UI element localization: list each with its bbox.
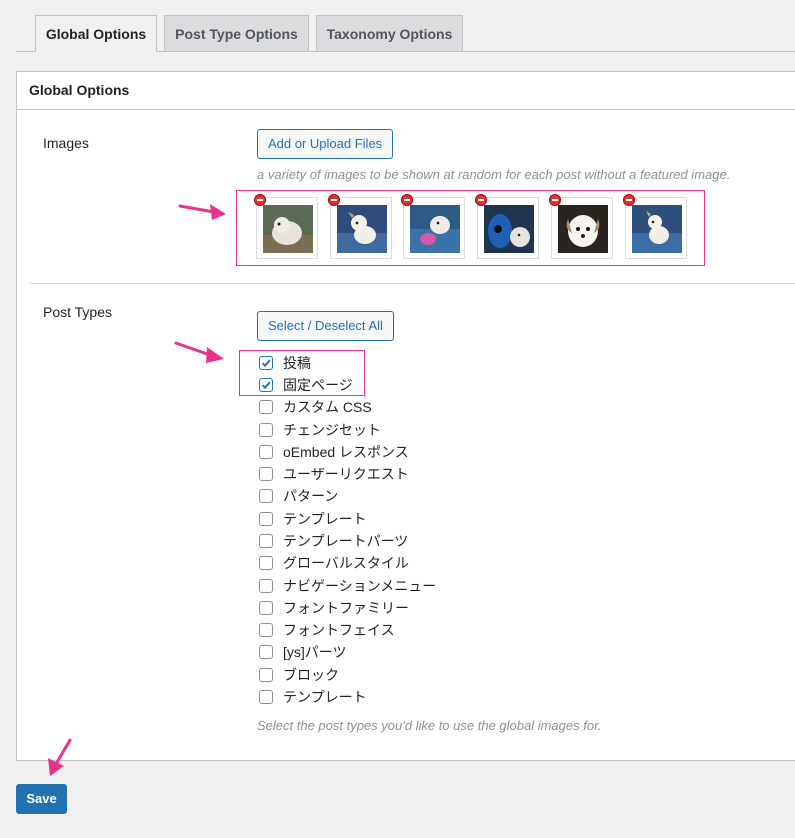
post-type-item[interactable]: テンプレートパーツ	[259, 531, 408, 551]
image-thumbnail[interactable]	[328, 194, 392, 259]
image-thumbnail[interactable]	[401, 194, 465, 259]
checkbox[interactable]	[259, 489, 273, 503]
image-thumbnail[interactable]	[475, 194, 539, 259]
post-type-label: パターン	[283, 488, 339, 504]
dog-photo-2	[337, 205, 387, 253]
post-type-label: [ys]パーツ	[283, 644, 347, 660]
checkbox[interactable]	[259, 623, 273, 637]
post-type-label: テンプレートパーツ	[283, 533, 409, 549]
post-type-label: ナビゲーションメニュー	[283, 578, 437, 594]
tab-global-options[interactable]: Global Options	[35, 15, 157, 52]
section-divider	[29, 283, 795, 284]
dog-photo-3	[410, 205, 460, 253]
remove-image-icon[interactable]	[475, 194, 487, 206]
dog-photo-5	[558, 205, 608, 253]
global-options-panel: Global Options Images Add or Upload File…	[16, 71, 795, 761]
checkbox[interactable]	[259, 512, 273, 526]
checkbox[interactable]	[259, 445, 273, 459]
remove-image-icon[interactable]	[623, 194, 635, 206]
post-type-label: テンプレート	[283, 511, 367, 527]
checkbox[interactable]	[259, 556, 273, 570]
tab-post-type-options[interactable]: Post Type Options	[164, 15, 309, 51]
dog-photo-1	[263, 205, 313, 253]
checkbox-checked[interactable]	[259, 378, 273, 392]
post-type-item[interactable]: oEmbed レスポンス	[259, 442, 409, 462]
post-type-label: 固定ページ	[283, 377, 353, 393]
dog-photo-4	[484, 205, 534, 253]
remove-image-icon[interactable]	[254, 194, 266, 206]
panel-title: Global Options	[17, 72, 795, 110]
post-type-item[interactable]: [ys]パーツ	[259, 642, 347, 662]
images-description: a variety of images to be shown at rando…	[257, 167, 731, 182]
checkbox[interactable]	[259, 601, 273, 615]
checkbox[interactable]	[259, 423, 273, 437]
post-type-label: フォントフェイス	[283, 622, 395, 638]
checkbox[interactable]	[259, 467, 273, 481]
checkbox-checked[interactable]	[259, 356, 273, 370]
post-type-item[interactable]: 投稿	[259, 353, 311, 373]
checkbox[interactable]	[259, 645, 273, 659]
settings-tabs: Global Options Post Type Options Taxonom…	[0, 0, 795, 52]
post-types-label: Post Types	[43, 304, 113, 320]
post-type-item[interactable]: カスタム CSS	[259, 397, 372, 417]
post-type-item[interactable]: 固定ページ	[259, 375, 353, 395]
post-types-description: Select the post types you'd like to use …	[257, 718, 602, 733]
remove-image-icon[interactable]	[328, 194, 340, 206]
image-thumbnail[interactable]	[254, 194, 318, 259]
image-thumbnail[interactable]	[549, 194, 613, 259]
post-type-label: oEmbed レスポンス	[283, 444, 409, 460]
image-thumbnail[interactable]	[623, 194, 687, 259]
post-type-item[interactable]: グローバルスタイル	[259, 553, 409, 573]
post-type-label: チェンジセット	[283, 422, 381, 438]
remove-image-icon[interactable]	[401, 194, 413, 206]
select-deselect-all-button[interactable]: Select / Deselect All	[257, 311, 394, 341]
post-type-item[interactable]: テンプレート	[259, 509, 367, 529]
post-type-item[interactable]: テンプレート	[259, 687, 367, 707]
checkbox[interactable]	[259, 400, 273, 414]
checkbox[interactable]	[259, 690, 273, 704]
add-upload-files-button[interactable]: Add or Upload Files	[257, 129, 394, 159]
checkbox[interactable]	[259, 579, 273, 593]
annotation-arrow-icon	[174, 341, 224, 363]
post-type-item[interactable]: チェンジセット	[259, 420, 381, 440]
checkbox[interactable]	[259, 534, 273, 548]
tab-taxonomy-options[interactable]: Taxonomy Options	[316, 15, 463, 51]
post-type-item[interactable]: フォントファミリー	[259, 598, 409, 618]
post-type-item[interactable]: パターン	[259, 486, 338, 506]
remove-image-icon[interactable]	[549, 194, 561, 206]
post-type-label: フォントファミリー	[283, 600, 409, 616]
checkbox[interactable]	[259, 668, 273, 682]
post-type-label: グローバルスタイル	[283, 555, 409, 571]
post-type-item[interactable]: ナビゲーションメニュー	[259, 576, 436, 596]
post-type-label: カスタム CSS	[283, 399, 372, 415]
post-type-label: ブロック	[283, 667, 339, 683]
images-label: Images	[43, 135, 89, 151]
post-type-label: テンプレート	[283, 689, 367, 705]
post-type-label: ユーザーリクエスト	[283, 466, 409, 482]
post-type-label: 投稿	[283, 355, 311, 371]
dog-photo-6	[632, 205, 682, 253]
annotation-arrow-icon	[48, 738, 72, 776]
post-type-item[interactable]: ブロック	[259, 665, 339, 685]
post-type-item[interactable]: フォントフェイス	[259, 620, 395, 640]
post-type-item[interactable]: ユーザーリクエスト	[259, 464, 409, 484]
annotation-arrow-icon	[178, 204, 226, 220]
save-button[interactable]: Save	[16, 784, 67, 814]
